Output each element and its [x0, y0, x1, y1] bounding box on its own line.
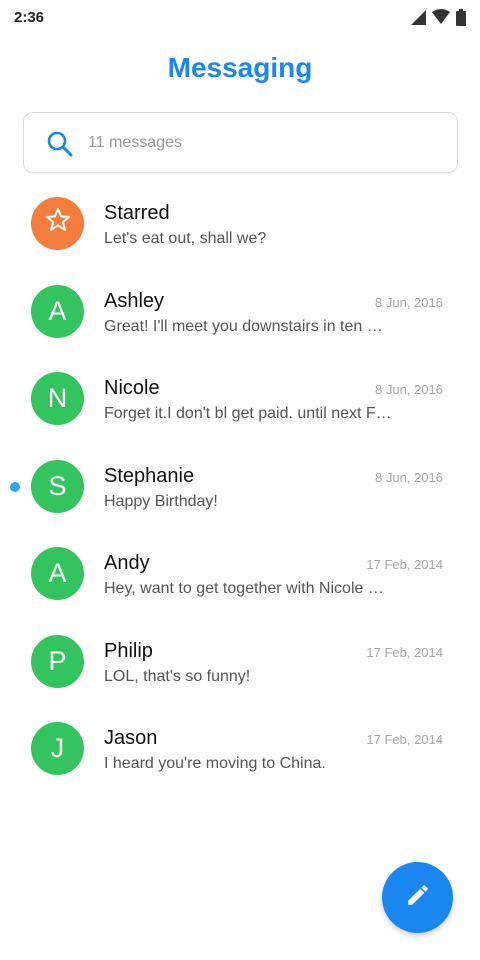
search-icon[interactable] — [46, 130, 74, 158]
conversation-preview: LOL, that's so funny! — [104, 667, 251, 685]
conversation-preview: Forget it.I don't bl get paid. until nex… — [104, 405, 392, 422]
conversation-date: 8 Jun, 2016 — [375, 469, 443, 485]
conversation-name: Starred — [104, 202, 170, 224]
battery-icon — [456, 8, 466, 26]
conversation-date: 17 Feb, 2014 — [366, 644, 443, 660]
conversation-philip[interactable]: P Philip 17 Feb, 2014 LOL, that's so fun… — [0, 618, 480, 706]
star-icon — [44, 206, 72, 241]
avatar: N — [31, 372, 84, 425]
conversation-preview: Great! I'll meet you downstairs in ten … — [104, 317, 383, 335]
avatar: J — [31, 722, 84, 775]
conversation-name: Philip — [104, 639, 153, 662]
conversation-name: Andy — [104, 552, 150, 574]
conversation-date: 8 Jun, 2016 — [375, 294, 443, 310]
pencil-icon — [405, 882, 431, 913]
conversation-preview: Hey, want to get together with Nicole … — [104, 580, 384, 597]
conversation-ashley[interactable]: A Ashley 8 Jun, 2016 Great! I'll meet yo… — [0, 268, 480, 356]
conversation-preview: Let's eat out, shall we? — [104, 230, 267, 247]
cellular-signal-icon — [410, 9, 426, 25]
messaging-screen: 2:36 Messaging 11 messages Starred Let's… — [0, 0, 480, 960]
conversation-name: Stephanie — [104, 464, 195, 487]
avatar: P — [31, 634, 84, 688]
unread-indicator — [10, 481, 20, 492]
avatar: S — [31, 459, 84, 513]
search-bar[interactable] — [23, 112, 458, 173]
conversation-date: 17 Feb, 2014 — [366, 732, 443, 747]
conversation-andy[interactable]: A Andy 17 Feb, 2014 Hey, want to get tog… — [0, 530, 480, 618]
conversation-name: Nicole — [104, 377, 160, 399]
conversation-preview: I heard you're moving to China. — [104, 755, 326, 772]
conversation-list: Starred Let's eat out, shall we? A Ashle… — [0, 180, 480, 793]
conversation-starred[interactable]: Starred Let's eat out, shall we? — [0, 180, 480, 268]
page-title: Messaging — [167, 52, 313, 83]
conversation-date: 17 Feb, 2014 — [366, 557, 443, 572]
conversation-preview: Happy Birthday! — [104, 492, 218, 510]
avatar: A — [31, 547, 84, 600]
conversation-name: Ashley — [104, 289, 165, 312]
conversation-nicole[interactable]: N Nicole 8 Jun, 2016 Forget it.I don't b… — [0, 355, 480, 443]
search-input[interactable] — [88, 131, 428, 155]
status-icons — [410, 8, 466, 26]
avatar: A — [31, 284, 84, 338]
conversation-jason[interactable]: J Jason 17 Feb, 2014 I heard you're movi… — [0, 705, 480, 793]
status-bar: 2:36 — [0, 0, 480, 34]
status-time: 2:36 — [14, 9, 45, 26]
conversation-date: 8 Jun, 2016 — [375, 382, 443, 397]
conversation-stephanie[interactable]: S Stephanie 8 Jun, 2016 Happy Birthday! — [0, 443, 480, 531]
wifi-icon — [432, 9, 450, 25]
avatar — [31, 197, 84, 250]
conversation-name: Jason — [104, 727, 158, 749]
compose-button[interactable] — [382, 862, 453, 933]
